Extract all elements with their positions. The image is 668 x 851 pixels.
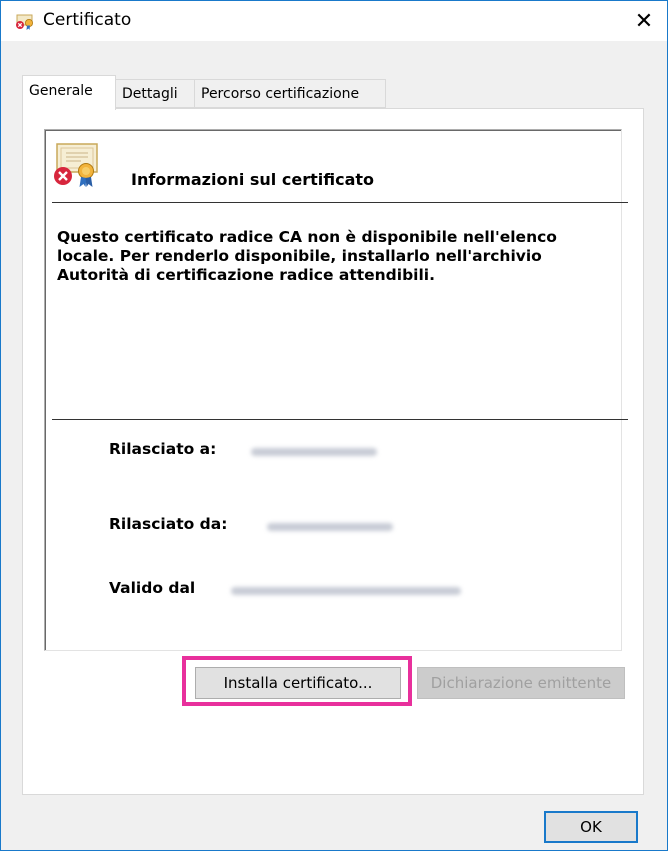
divider-top: [52, 202, 628, 203]
close-icon: ✕: [634, 8, 654, 33]
issuer-statement-button[interactable]: Dichiarazione emittente: [417, 667, 625, 699]
certificate-error-icon: [54, 143, 98, 187]
certificate-dialog: Certificato ✕ Generale Dettagli Percorso…: [0, 0, 668, 851]
tab-percorso-certificazione[interactable]: Percorso certificazione: [194, 79, 386, 108]
info-title: Informazioni sul certificato: [131, 170, 374, 189]
certificate-info-box: Informazioni sul certificato Questo cert…: [44, 129, 628, 651]
certificate-message: Questo certificato radice CA non è dispo…: [57, 228, 557, 284]
tab-generale[interactable]: Generale: [22, 75, 116, 110]
tab-dettagli[interactable]: Dettagli: [115, 79, 195, 108]
issued-by-label: Rilasciato da:: [109, 515, 228, 533]
issued-by-value-redacted: [267, 523, 393, 531]
valid-from-label: Valido dal: [109, 579, 196, 597]
certificate-error-icon: [16, 14, 33, 30]
general-tab-panel: Informazioni sul certificato Questo cert…: [22, 108, 644, 795]
divider-middle: [52, 419, 628, 420]
install-certificate-button[interactable]: Installa certificato...: [195, 667, 401, 699]
title-bar[interactable]: Certificato ✕: [1, 1, 667, 41]
issued-to-label: Rilasciato a:: [109, 440, 217, 458]
ok-button[interactable]: OK: [544, 811, 638, 843]
window-title: Certificato: [43, 10, 132, 30]
issued-to-value-redacted: [251, 448, 377, 456]
validity-value-redacted: [231, 587, 461, 595]
close-button[interactable]: ✕: [621, 1, 667, 41]
